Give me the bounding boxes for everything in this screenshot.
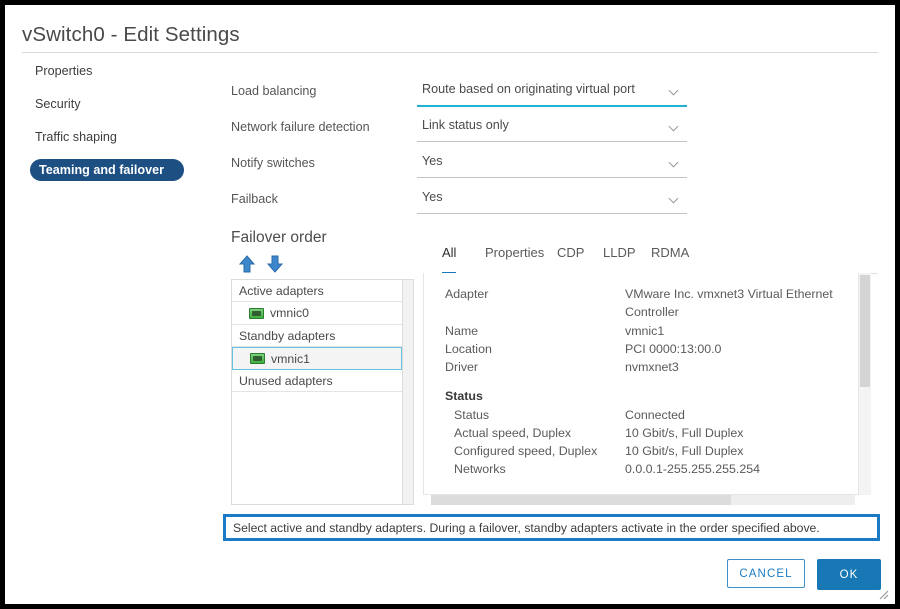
detail-value: 0.0.0.1-255.255.255.254 [625, 462, 760, 476]
tab-rdma[interactable]: RDMA [651, 245, 689, 272]
form-row-load-balancing: Load balancing Route based on originatin… [231, 79, 886, 113]
notify-switches-select[interactable]: Yes [417, 151, 687, 178]
detail-row-adapter-cont: Controller [424, 305, 858, 324]
group-header-standby-adapters: Standby adapters [232, 325, 402, 347]
tab-cdp[interactable]: CDP [557, 245, 584, 272]
details-vertical-scrollbar[interactable] [859, 273, 871, 495]
sidebar-item-traffic-shaping[interactable]: Traffic shaping [5, 126, 220, 147]
form-row-notify-switches: Notify switches Yes [231, 151, 886, 185]
tab-all[interactable]: All [442, 245, 456, 275]
sidebar-item-label: Teaming and failover [39, 163, 164, 177]
nic-icon [250, 353, 265, 364]
form-row-failback: Failback Yes [231, 187, 886, 221]
detail-key: Name [445, 324, 478, 338]
detail-value: Controller [625, 305, 679, 319]
arrow-up-icon[interactable] [237, 254, 257, 274]
sidebar-item-security[interactable]: Security [5, 93, 220, 114]
adapter-details-panel: All Properties CDP LLDP RDMA Adapter VMw… [423, 245, 878, 507]
detail-row-actual-speed: Actual speed, Duplex 10 Gbit/s, Full Dup… [424, 426, 858, 444]
ok-button[interactable]: OK [817, 559, 881, 590]
detail-row-location: Location PCI 0000:13:00.0 [424, 342, 858, 360]
title-divider [22, 52, 878, 53]
detail-row-status: Status Connected [424, 408, 858, 426]
failover-order-toolbar [237, 254, 357, 276]
adapter-details-content: Adapter VMware Inc. vmxnet3 Virtual Ethe… [423, 273, 859, 495]
detail-key: Adapter [445, 287, 488, 301]
details-horizontal-scroll-thumb[interactable] [431, 495, 731, 505]
resize-grip-icon[interactable] [877, 587, 889, 599]
sidebar-item-label: Properties [35, 64, 92, 78]
failback-value: Yes [422, 190, 443, 204]
load-balancing-label: Load balancing [231, 84, 316, 98]
chevron-down-icon [670, 159, 679, 168]
detail-row-networks: Networks 0.0.0.1-255.255.255.254 [424, 462, 858, 480]
edit-settings-dialog: vSwitch0 - Edit Settings Properties Secu… [5, 5, 895, 604]
network-failure-detection-label: Network failure detection [231, 120, 370, 134]
cancel-button[interactable]: CANCEL [727, 559, 805, 588]
detail-value: vmnic1 [625, 324, 664, 338]
detail-row-configured-speed: Configured speed, Duplex 10 Gbit/s, Full… [424, 444, 858, 462]
details-vertical-scroll-thumb[interactable] [860, 275, 870, 387]
detail-key: Status [454, 408, 489, 422]
detail-row-name: Name vmnic1 [424, 324, 858, 342]
load-balancing-value: Route based on originating virtual port [422, 82, 635, 96]
detail-value: 10 Gbit/s, Full Duplex [625, 444, 743, 458]
detail-row-adapter: Adapter VMware Inc. vmxnet3 Virtual Ethe… [424, 287, 858, 305]
detail-value: 10 Gbit/s, Full Duplex [625, 426, 743, 440]
form-row-network-failure-detection: Network failure detection Link status on… [231, 115, 886, 149]
dialog-title-bar: vSwitch0 - Edit Settings [5, 5, 895, 53]
failover-adapters-list: Active adapters vmnic0 Standby adapters … [231, 279, 403, 505]
adapters-list-scrollbar[interactable] [403, 279, 414, 505]
chevron-down-icon [670, 123, 679, 132]
adapter-row-vmnic0[interactable]: vmnic0 [232, 302, 402, 325]
failback-select[interactable]: Yes [417, 187, 687, 214]
group-header-active-adapters: Active adapters [232, 280, 402, 302]
sidebar-item-properties[interactable]: Properties [5, 60, 220, 81]
failback-label: Failback [231, 192, 278, 206]
details-horizontal-scrollbar[interactable] [431, 495, 855, 505]
adapter-name: vmnic0 [270, 306, 309, 320]
chevron-down-icon [670, 195, 679, 204]
load-balancing-select[interactable]: Route based on originating virtual port [417, 79, 687, 107]
sidebar-item-label: Security [35, 97, 81, 111]
detail-value: VMware Inc. vmxnet3 Virtual Ethernet [625, 287, 833, 301]
adapter-name: vmnic1 [271, 352, 310, 366]
adapter-details-tabs: All Properties CDP LLDP RDMA [423, 245, 878, 274]
chevron-down-icon [670, 87, 679, 96]
tab-properties[interactable]: Properties [485, 245, 544, 272]
detail-value: PCI 0000:13:00.0 [625, 342, 721, 356]
detail-key: Driver [445, 360, 478, 374]
status-hint-text: Select active and standby adapters. Duri… [233, 521, 820, 535]
group-header-unused-adapters: Unused adapters [232, 370, 402, 392]
detail-key: Configured speed, Duplex [454, 444, 597, 458]
network-failure-detection-value: Link status only [422, 118, 509, 132]
detail-value: Connected [625, 408, 685, 422]
sidebar-item-teaming-and-failover[interactable]: Teaming and failover [30, 159, 184, 181]
adapter-row-vmnic1[interactable]: vmnic1 [232, 347, 402, 370]
detail-value: nvmxnet3 [625, 360, 679, 374]
network-failure-detection-select[interactable]: Link status only [417, 115, 687, 142]
detail-key: Networks [454, 462, 506, 476]
detail-key: Actual speed, Duplex [454, 426, 571, 440]
detail-key: Location [445, 342, 492, 356]
settings-sidebar: Properties Security Traffic shaping Team… [5, 60, 220, 193]
status-hint-bar: Select active and standby adapters. Duri… [223, 514, 880, 541]
notify-switches-label: Notify switches [231, 156, 315, 170]
nic-icon [249, 308, 264, 319]
arrow-down-icon[interactable] [265, 254, 285, 274]
notify-switches-value: Yes [422, 154, 443, 168]
failover-order-heading: Failover order [231, 229, 327, 247]
sidebar-item-label: Traffic shaping [35, 130, 117, 144]
tab-lldp[interactable]: LLDP [603, 245, 636, 272]
detail-row-driver: Driver nvmxnet3 [424, 360, 858, 378]
section-heading-status: Status [424, 389, 858, 408]
dialog-footer: CANCEL OK [5, 555, 895, 603]
page-title: vSwitch0 - Edit Settings [22, 23, 240, 47]
